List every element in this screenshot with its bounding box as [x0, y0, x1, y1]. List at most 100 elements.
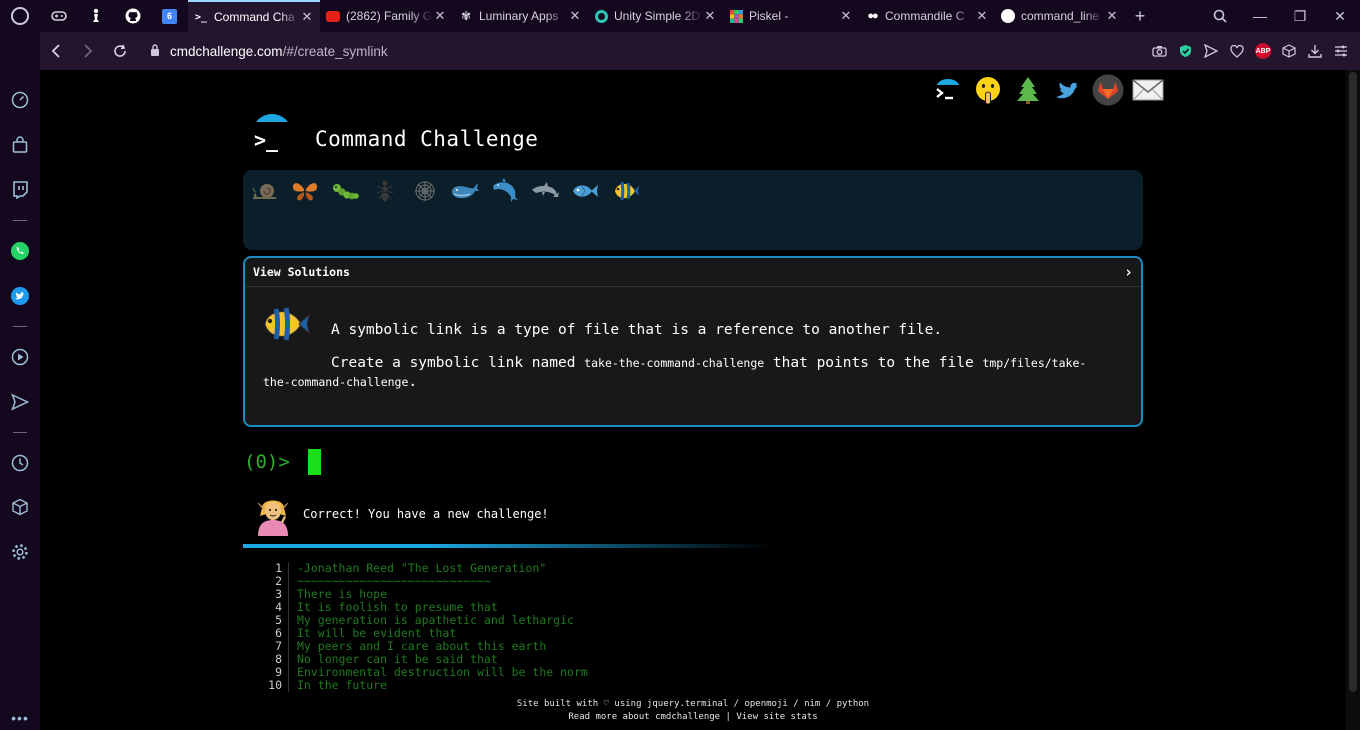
dolphin-icon[interactable] — [489, 176, 521, 206]
view-solutions-label: View Solutions — [253, 265, 350, 279]
whatsapp-icon[interactable] — [10, 241, 30, 261]
minimize-button[interactable]: — — [1240, 0, 1280, 32]
speed-dial-icon[interactable] — [10, 90, 30, 110]
more-options-icon[interactable]: ••• — [10, 708, 30, 728]
close-tab-icon[interactable]: ✕ — [975, 8, 989, 24]
sidebar-separator — [13, 220, 27, 221]
page-scrollbar[interactable] — [1346, 70, 1360, 730]
twitter-icon[interactable] — [10, 286, 30, 306]
maximize-button[interactable]: ❐ — [1280, 0, 1320, 32]
tree-icon[interactable] — [1012, 74, 1044, 106]
tab-family[interactable]: (2862) Family G ✕ — [320, 0, 453, 32]
sidebar: ••• — [0, 32, 40, 730]
shushing-face-icon[interactable] — [972, 74, 1004, 106]
terminal-input-cursor[interactable] — [308, 449, 321, 475]
pinned-tab-calendar[interactable]: 6 — [151, 0, 188, 32]
gitlab-link-icon[interactable] — [1092, 74, 1124, 106]
pinned-tab-gamepad[interactable] — [40, 0, 77, 32]
download-icon[interactable] — [1302, 32, 1328, 70]
calendar-icon: 6 — [162, 8, 177, 24]
send-icon[interactable] — [1198, 32, 1224, 70]
piskel-icon — [729, 9, 743, 23]
footer-credits: Site built with ♡ using jquery.terminal … — [516, 699, 870, 709]
extensions-cube-icon[interactable] — [10, 497, 30, 517]
settings-gear-icon[interactable] — [10, 542, 30, 562]
line-number: 10 — [265, 679, 289, 692]
tab-luminary[interactable]: ✾ Luminary Apps ✕ — [453, 0, 588, 32]
success-message: Correct! You have a new challenge! — [303, 507, 549, 521]
cmdchallenge-logo-link[interactable] — [932, 74, 964, 106]
challenge-card: View Solutions › A symbolic link is a ty… — [243, 256, 1143, 427]
spider-web-icon[interactable] — [409, 176, 441, 206]
tropical-fish-icon — [259, 301, 311, 349]
page-title: Command Challenge — [315, 127, 539, 151]
sidebar-separator — [13, 432, 27, 433]
butterfly-icon[interactable] — [289, 176, 321, 206]
ant-icon[interactable] — [369, 176, 401, 206]
terminal-prompt: (0)> — [244, 451, 290, 473]
forward-button[interactable] — [72, 32, 104, 70]
twitter-link-icon[interactable] — [1052, 74, 1084, 106]
new-tab-button[interactable]: + — [1125, 0, 1155, 32]
social-links — [932, 74, 1164, 106]
history-icon[interactable] — [10, 453, 30, 473]
reload-button[interactable] — [104, 32, 136, 70]
easy-setup-menu-icon[interactable] — [1328, 32, 1354, 70]
site-logo[interactable]: >_ — [250, 114, 294, 158]
close-tab-icon[interactable]: ✕ — [1105, 8, 1119, 24]
opera-menu-icon[interactable] — [0, 0, 40, 32]
close-tab-icon[interactable]: ✕ — [568, 8, 582, 24]
footer-links[interactable]: Read more about cmdchallenge | View site… — [40, 712, 1346, 722]
pinned-tab-github[interactable] — [114, 0, 151, 32]
fish-icon[interactable] — [569, 176, 601, 206]
tab-bar: 6 >_ Command Cha ✕ (2862) Family G ✕ ✾ L… — [0, 0, 1360, 32]
tab-commandile[interactable]: ●● Commandile C ✕ — [859, 0, 995, 32]
url-field[interactable]: cmdchallenge.com/#/create_symlink — [170, 44, 388, 59]
close-tab-icon[interactable]: ✕ — [703, 8, 717, 24]
vpn-shield-icon[interactable] — [1172, 32, 1198, 70]
github-icon — [125, 8, 140, 24]
lock-icon[interactable] — [144, 43, 166, 59]
heart-icon[interactable] — [1224, 32, 1250, 70]
whale-icon[interactable] — [449, 176, 481, 206]
chevron-right-icon: › — [1123, 263, 1133, 281]
close-tab-icon[interactable]: ✕ — [839, 8, 853, 24]
twitch-icon[interactable] — [10, 180, 30, 200]
search-tabs-icon[interactable] — [1200, 0, 1240, 32]
email-link-icon[interactable] — [1132, 74, 1164, 106]
challenge-description: A symbolic link is a type of file that i… — [331, 322, 943, 338]
close-tab-icon[interactable]: ✕ — [433, 8, 447, 24]
luminary-icon: ✾ — [460, 9, 472, 23]
close-tab-icon[interactable]: ✕ — [300, 9, 314, 25]
github-icon — [1001, 9, 1015, 23]
chess-icon — [92, 8, 99, 22]
poem-listing: 1 -Jonathan Reed "The Lost Generation" 2 ~~… — [265, 562, 588, 692]
snail-icon[interactable] — [249, 176, 281, 206]
extensions-cube-icon[interactable] — [1276, 32, 1302, 70]
back-button[interactable] — [40, 32, 72, 70]
dolphin-gray-icon[interactable] — [529, 176, 561, 206]
adblock-icon[interactable]: ABP — [1255, 43, 1271, 59]
view-solutions-toggle[interactable]: View Solutions › — [245, 258, 1141, 287]
tropical-fish-icon[interactable] — [609, 176, 641, 206]
reload-icon — [114, 44, 126, 57]
tab-piskel[interactable]: Piskel - ✕ — [723, 0, 859, 32]
progress-panel — [243, 170, 1143, 250]
tab-unity[interactable]: Unity Simple 2D ✕ — [588, 0, 723, 32]
symlink-name-code: take-the-command-challenge — [584, 356, 765, 370]
close-window-button[interactable]: ✕ — [1320, 0, 1360, 32]
player-icon[interactable] — [10, 347, 30, 367]
scrollbar-thumb[interactable] — [1349, 72, 1357, 692]
tab-command-line[interactable]: command_line ✕ — [995, 0, 1125, 32]
caterpillar-icon[interactable] — [329, 176, 361, 206]
pinned-tab-chess[interactable] — [77, 0, 114, 32]
tab-command-challenge[interactable]: >_ Command Cha ✕ — [188, 0, 320, 32]
shopping-bag-icon[interactable] — [10, 135, 30, 155]
back-arrow-icon — [51, 44, 60, 58]
web-page: >_ Command Challenge View Solutions › A … — [40, 70, 1346, 730]
send-icon[interactable] — [10, 392, 30, 412]
medium-icon: ●● — [867, 10, 878, 22]
camera-icon[interactable] — [1146, 32, 1172, 70]
divider — [243, 544, 773, 548]
forward-arrow-icon — [84, 44, 93, 58]
